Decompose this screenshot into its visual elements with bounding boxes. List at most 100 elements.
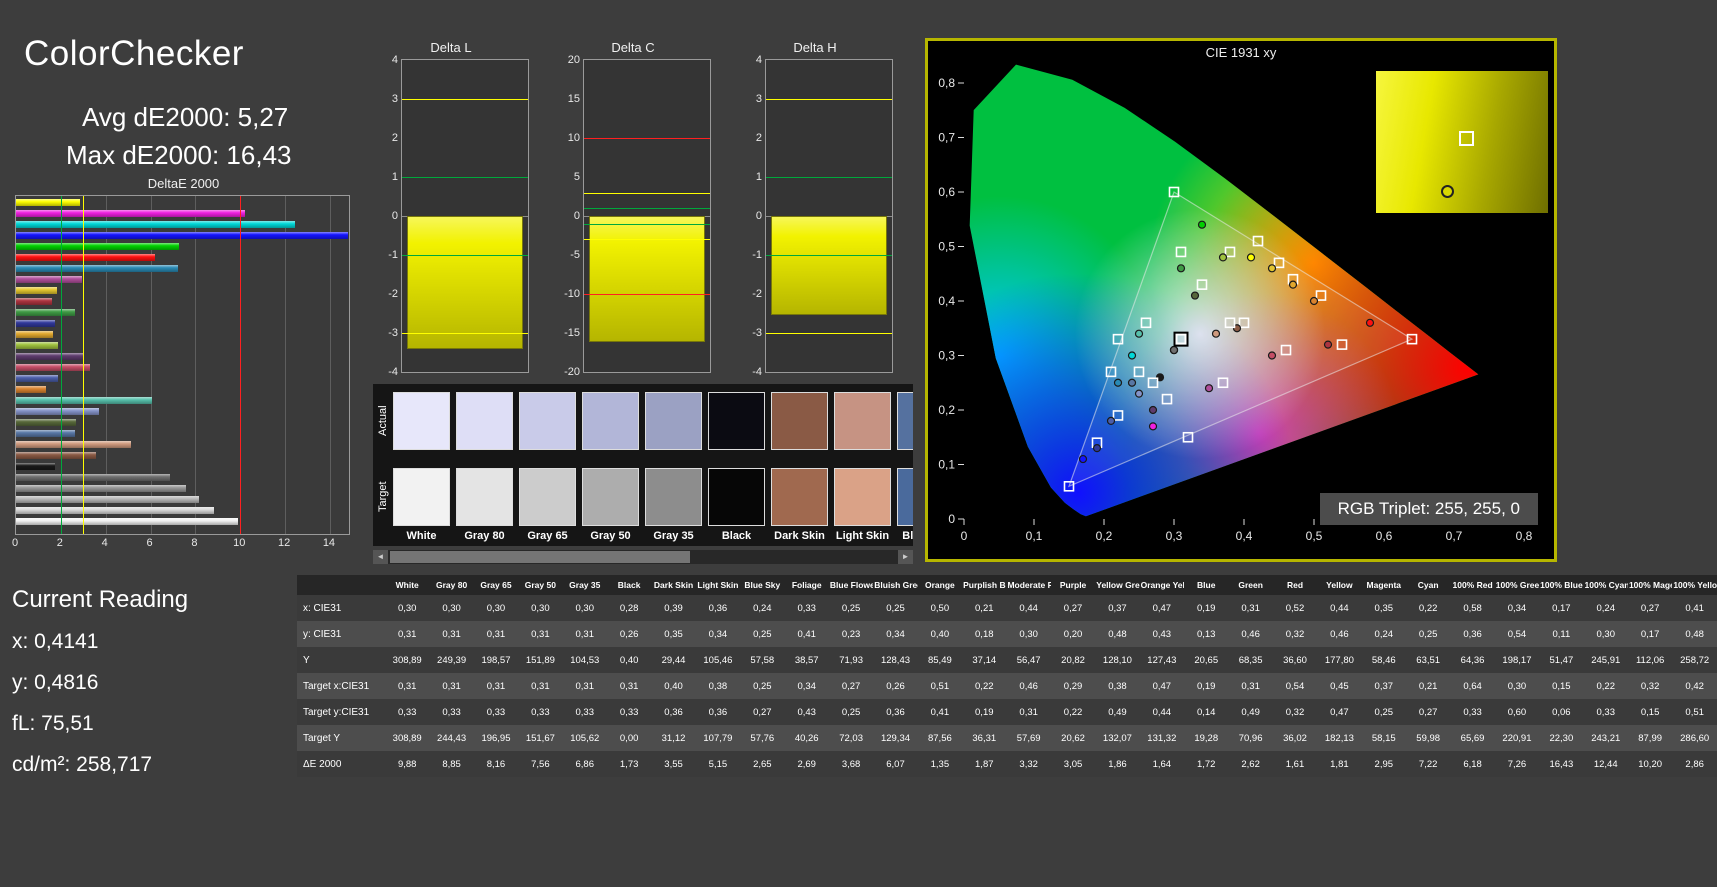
delta-c-ytick-label: 20 <box>567 54 580 66</box>
table-cell: 0,49 <box>1228 699 1273 725</box>
delta-h-ref-line <box>766 333 892 334</box>
target-swatch-gray-50[interactable] <box>582 468 639 526</box>
actual-swatch-light-skin[interactable] <box>834 392 891 450</box>
delta-c-ref-line <box>584 294 710 295</box>
target-swatch-blue-sky[interactable] <box>897 468 913 526</box>
cie-y-tick-label: 0,4 <box>938 294 955 308</box>
deltae-ref-line <box>83 196 85 534</box>
table-cell: 2,62 <box>1228 751 1273 777</box>
table-cell: 70,96 <box>1228 725 1273 751</box>
cie-y-tick-label: 0,6 <box>938 185 955 199</box>
table-cell: 0,60 <box>1494 699 1540 725</box>
actual-swatch-black[interactable] <box>708 392 765 450</box>
table-cell: 0,30 <box>562 595 607 621</box>
cie-x-tick-label: 0,5 <box>1306 529 1323 543</box>
scrollbar-left-button[interactable]: ◄ <box>373 550 388 564</box>
scrollbar-track[interactable] <box>388 550 898 564</box>
cie-y-tick-label: 0,5 <box>938 240 955 254</box>
table-cell: 0,51 <box>917 673 963 699</box>
actual-swatch-white[interactable] <box>393 392 450 450</box>
table-cell: 0,31 <box>429 673 474 699</box>
deltae-bar <box>16 276 83 283</box>
cie-x-tick-label: 0,2 <box>1096 529 1113 543</box>
rgb-triplet-readout: RGB Triplet: 255, 255, 0 <box>1319 493 1538 525</box>
target-swatch-light-skin[interactable] <box>834 468 891 526</box>
deltae-bar <box>16 254 155 261</box>
deltae-xtick-label: 6 <box>146 537 153 549</box>
deltae-bar <box>16 441 132 448</box>
table-cell: 38,57 <box>784 647 829 673</box>
table-cell: 20,65 <box>1184 647 1229 673</box>
table-cell: 7,26 <box>1494 751 1540 777</box>
deltae-bar <box>16 463 55 470</box>
target-swatch-white[interactable] <box>393 468 450 526</box>
deltae-ref-line <box>240 196 242 534</box>
delta-l-ytick-label: -3 <box>388 327 398 339</box>
table-cell: 0,49 <box>1095 699 1140 725</box>
delta-c-bar <box>589 216 705 343</box>
table-cell: 72,03 <box>828 725 874 751</box>
table-cell: 0,64 <box>1450 673 1495 699</box>
table-row: Target y:CIE31 0,33 0,33 0,33 0,33 0,33 0,33 0,… <box>297 699 1717 725</box>
swatch-panel: Actual Target White Gray 80 Gray 65 Gray 50… <box>373 384 913 546</box>
table-cell: 0,31 <box>473 673 519 699</box>
table-cell: 128,10 <box>1095 647 1140 673</box>
current-reading-y: y: 0,4816 <box>12 671 99 694</box>
table-cell: 0,54 <box>1494 621 1540 647</box>
cie-measured-marker <box>1190 291 1200 300</box>
table-cell: 2,86 <box>1672 751 1717 777</box>
actual-swatch-dark-skin[interactable] <box>771 392 828 450</box>
actual-swatch-gray-35[interactable] <box>645 392 702 450</box>
deltae-bar <box>16 331 53 338</box>
swatch-label: Gray 65 <box>527 530 568 542</box>
table-cell: 2,95 <box>1361 751 1406 777</box>
target-swatch-gray-35[interactable] <box>645 468 702 526</box>
target-swatch-gray-80[interactable] <box>456 468 513 526</box>
table-row: x: CIE31 0,30 0,30 0,30 0,30 0,30 0,28 0,39 0,36… <box>297 595 1717 621</box>
table-cell: 0,38 <box>1095 673 1140 699</box>
table-column-header: Light Skin <box>695 575 741 595</box>
table-cell: 0,54 <box>1272 673 1318 699</box>
cie-chart-title: CIE 1931 xy <box>1205 45 1277 60</box>
swatch-column: Gray 65 <box>519 392 576 546</box>
table-column-header: Cyan <box>1405 575 1451 595</box>
swatch-label: Black <box>721 530 752 542</box>
cie-measured-marker <box>1176 264 1186 273</box>
actual-swatch-gray-50[interactable] <box>582 392 639 450</box>
scrollbar-thumb[interactable] <box>390 551 690 563</box>
table-cell: 0,20 <box>1050 621 1096 647</box>
delta-l-ytick-label: -2 <box>388 288 398 300</box>
deltae-bar <box>16 430 76 437</box>
table-column-header: 100% Red <box>1450 575 1495 595</box>
current-reading-cdm2: cd/m²: 258,717 <box>12 753 153 776</box>
deltae-xtick-label: 10 <box>233 537 246 549</box>
deltae-bar <box>16 353 85 360</box>
table-row-label: Target x:CIE31 <box>297 673 385 699</box>
table-cell: 0,52 <box>1272 595 1318 621</box>
table-cell: 0,19 <box>1184 673 1229 699</box>
table-cell: 0,38 <box>695 673 741 699</box>
table-cell: 0,46 <box>1006 673 1051 699</box>
table-cell: 0,31 <box>473 621 519 647</box>
table-cell: 132,07 <box>1095 725 1140 751</box>
target-swatch-black[interactable] <box>708 468 765 526</box>
actual-swatch-gray-65[interactable] <box>519 392 576 450</box>
actual-swatch-blue-sky[interactable] <box>897 392 913 450</box>
swatch-column: Black <box>708 392 765 546</box>
table-cell: 243,21 <box>1583 725 1628 751</box>
scrollbar-right-button[interactable]: ► <box>898 550 913 564</box>
page-title: ColorChecker <box>24 34 244 73</box>
table-cell: 0,11 <box>1539 621 1584 647</box>
deltae-xtick-label: 2 <box>56 537 63 549</box>
target-swatch-dark-skin[interactable] <box>771 468 828 526</box>
table-cell: 198,57 <box>473 647 519 673</box>
table-cell: 87,56 <box>917 725 963 751</box>
table-column-header: Gray 65 <box>473 575 519 595</box>
table-cell: 0,29 <box>1050 673 1096 699</box>
table-cell: 0,31 <box>1006 699 1051 725</box>
actual-swatch-gray-80[interactable] <box>456 392 513 450</box>
swatch-scrollbar[interactable]: ◄ ► <box>373 550 913 564</box>
table-column-header: Blue Flower <box>828 575 874 595</box>
target-swatch-gray-65[interactable] <box>519 468 576 526</box>
table-cell: 0,31 <box>385 621 430 647</box>
